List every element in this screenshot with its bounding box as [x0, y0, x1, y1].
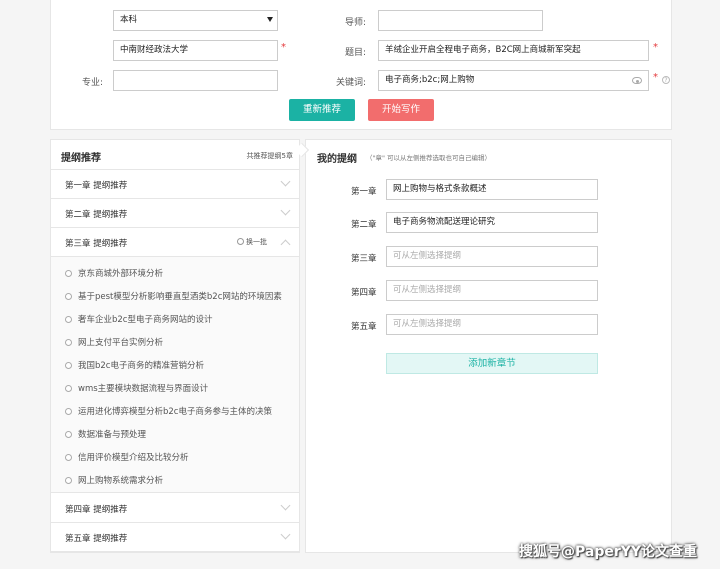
refresh-icon: [237, 238, 244, 245]
chapter-label: 第五章 提纲推荐: [65, 534, 128, 544]
outline-chapter-5-input[interactable]: 可从左侧选择提纲: [386, 314, 598, 335]
outline-chapter-1-input[interactable]: 网上购物与格式条款概述: [386, 179, 598, 200]
start-writing-button[interactable]: 开始写作: [368, 99, 434, 121]
list-item[interactable]: 网上购物系统需求分析: [65, 474, 163, 486]
outline-recommend-panel: 提纲推荐 共推荐提纲5章 第一章 提纲推荐 第二章 提纲推荐 第三章 提纲推荐 …: [50, 139, 300, 553]
select-arrow-icon: [267, 17, 273, 22]
major-input[interactable]: [113, 70, 278, 91]
option-label: 数据准备与预处理: [78, 430, 147, 440]
outline-chapter-3-input[interactable]: 可从左侧选择提纲: [386, 246, 598, 267]
option-label: 信用评价模型介绍及比较分析: [78, 453, 189, 463]
refresh-label: 换一批: [246, 238, 267, 246]
option-label: 网上购物系统需求分析: [78, 476, 164, 486]
chevron-down-icon: [280, 205, 291, 216]
outline-recommend-header: 提纲推荐 共推荐提纲5章: [51, 140, 299, 170]
outline-chapter-1-label: 第一章: [351, 187, 377, 197]
option-label: 网上支付平台实例分析: [78, 338, 164, 348]
recommend-chapter-4[interactable]: 第四章 提纲推荐: [51, 494, 299, 523]
keywords-required-mark: *: [653, 72, 658, 83]
keywords-label: 关键词:: [335, 78, 366, 88]
list-item[interactable]: 基于pest模型分析影响垂直型酒类b2c网站的环境因素: [65, 290, 282, 302]
recommend-again-button[interactable]: 重新推荐: [289, 99, 355, 121]
chevron-up-icon: [280, 239, 291, 250]
chapter-3-options: 京东商城外部环境分析 基于pest模型分析影响垂直型酒类b2c网站的环境因素 奢…: [51, 257, 299, 493]
option-label: wms主要模块数据流程与界面设计: [78, 384, 209, 394]
option-label: 基于pest模型分析影响垂直型酒类b2c网站的环境因素: [78, 292, 282, 302]
option-label: 运用进化博弈模型分析b2c电子商务参与主体的决策: [78, 407, 272, 417]
recommend-count: 共推荐提纲5章: [246, 152, 293, 160]
topic-required-mark: *: [653, 42, 658, 53]
school-input[interactable]: 中南财经政法大学: [113, 40, 278, 61]
chevron-down-icon: [280, 529, 291, 540]
recommend-chapter-2[interactable]: 第二章 提纲推荐: [51, 199, 299, 228]
advisor-input[interactable]: [378, 10, 543, 31]
recommend-chapter-3[interactable]: 第三章 提纲推荐 换一批: [51, 228, 299, 257]
list-item[interactable]: 奢车企业b2c型电子商务网站的设计: [65, 313, 212, 325]
outline-chapter-2-label: 第二章: [351, 220, 377, 230]
help-icon[interactable]: ?: [662, 76, 670, 84]
chapter-label: 第三章 提纲推荐: [65, 239, 128, 249]
degree-select[interactable]: 本科: [113, 10, 278, 31]
school-required-mark: *: [281, 42, 286, 53]
degree-select-value: 本科: [120, 15, 138, 25]
chapter-label: 第一章 提纲推荐: [65, 181, 128, 191]
chevron-down-icon: [280, 176, 291, 187]
list-item[interactable]: 信用评价模型介绍及比较分析: [65, 451, 189, 463]
outline-chapter-4-label: 第四章: [351, 288, 377, 298]
recommend-chapter-5[interactable]: 第五章 提纲推荐: [51, 523, 299, 552]
outline-chapter-5-label: 第五章: [351, 322, 377, 332]
option-label: 我国b2c电子商务的精准营销分析: [78, 361, 204, 371]
radio-icon: [65, 477, 72, 484]
radio-icon: [65, 316, 72, 323]
outline-recommend-title: 提纲推荐: [61, 153, 101, 164]
radio-icon: [65, 339, 72, 346]
keywords-input[interactable]: 电子商务;b2c;网上购物: [378, 70, 649, 91]
radio-icon: [65, 270, 72, 277]
list-item[interactable]: wms主要模块数据流程与界面设计: [65, 382, 208, 394]
topic-label: 题目:: [344, 48, 366, 58]
radio-icon: [65, 385, 72, 392]
list-item[interactable]: 网上支付平台实例分析: [65, 336, 163, 348]
list-item[interactable]: 数据准备与预处理: [65, 428, 146, 440]
chevron-down-icon: [280, 500, 291, 511]
recommend-chapter-1[interactable]: 第一章 提纲推荐: [51, 170, 299, 199]
list-item[interactable]: 我国b2c电子商务的精准营销分析: [65, 359, 204, 371]
radio-icon: [65, 362, 72, 369]
my-outline-panel: 我的提纲 （"章" 可以从左侧推荐选取也可自己编辑） 第一章 网上购物与格式条款…: [305, 139, 672, 553]
list-item[interactable]: 京东商城外部环境分析: [65, 267, 163, 279]
radio-icon: [65, 431, 72, 438]
watermark: 搜狐号@PaperYY论文查重: [519, 544, 698, 560]
outline-chapter-3-label: 第三章: [351, 254, 377, 264]
option-label: 京东商城外部环境分析: [78, 269, 164, 279]
thesis-info-form: 学历: 本科 导师: 高校: 中南财经政法大学 * 题目: 羊绒企业开启全程电子…: [50, 0, 672, 130]
my-outline-hint: （"章" 可以从左侧推荐选取也可自己编辑）: [366, 154, 492, 162]
radio-icon: [65, 293, 72, 300]
advisor-label: 导师:: [344, 18, 366, 28]
chapter-label: 第二章 提纲推荐: [65, 210, 128, 220]
topic-input[interactable]: 羊绒企业开启全程电子商务，B2C网上商城新军突起: [378, 40, 649, 61]
outline-chapter-2-input[interactable]: 电子商务物流配送理论研究: [386, 212, 598, 233]
chapter-label: 第四章 提纲推荐: [65, 505, 128, 515]
refresh-batch-button[interactable]: 换一批: [237, 237, 267, 247]
outline-chapter-4-input[interactable]: 可从左侧选择提纲: [386, 280, 598, 301]
keywords-value: 电子商务;b2c;网上购物: [385, 75, 475, 85]
radio-icon: [65, 454, 72, 461]
list-item[interactable]: 运用进化博弈模型分析b2c电子商务参与主体的决策: [65, 405, 272, 417]
eye-icon[interactable]: [632, 77, 642, 84]
major-label: 专业:: [81, 78, 103, 88]
my-outline-title: 我的提纲: [317, 154, 357, 165]
option-label: 奢车企业b2c型电子商务网站的设计: [78, 315, 213, 325]
radio-icon: [65, 408, 72, 415]
add-chapter-button[interactable]: 添加新章节: [386, 353, 598, 374]
